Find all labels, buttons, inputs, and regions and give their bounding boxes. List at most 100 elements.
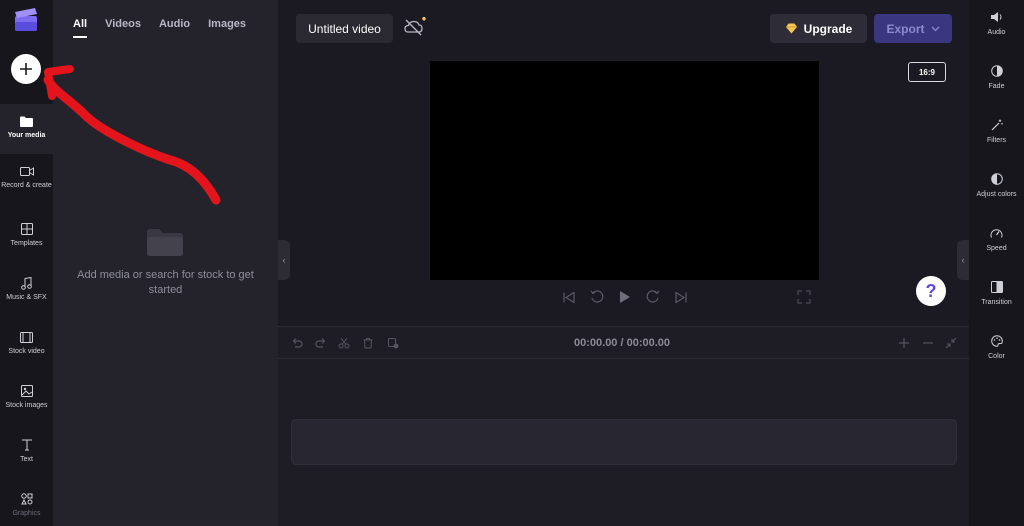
palette-icon xyxy=(990,334,1004,348)
rail-item-templates[interactable]: Templates xyxy=(0,212,53,262)
scissors-icon xyxy=(338,337,350,349)
rail-item-label: Templates xyxy=(10,240,43,247)
time-separator: / xyxy=(617,337,627,349)
rail-item-graphics[interactable]: Graphics xyxy=(0,482,53,526)
minus-icon xyxy=(923,342,933,344)
rail-item-label: Music & SFX xyxy=(6,294,47,301)
timeline-track[interactable] xyxy=(291,419,957,465)
collapse-arrows-icon xyxy=(945,337,957,349)
tab-audio[interactable]: Audio xyxy=(159,18,190,38)
clipchamp-editor: Your media Record & create Templates Mus… xyxy=(0,0,1024,526)
timeline-panel: 00:00.00 / 00:00.00 xyxy=(278,326,969,526)
magic-wand-icon xyxy=(990,118,1004,132)
rail-item-label: Text xyxy=(20,456,33,463)
skip-forward-icon xyxy=(675,291,687,303)
playback-controls xyxy=(560,288,690,306)
undo-button[interactable] xyxy=(290,336,304,350)
undo-icon xyxy=(292,338,303,348)
left-rail: Your media Record & create Templates Mus… xyxy=(0,0,53,526)
video-title[interactable]: Untitled video xyxy=(296,14,393,43)
rail-item-label: Speed xyxy=(986,245,1007,252)
rail-item-speed[interactable]: Speed xyxy=(969,226,1024,252)
tab-images[interactable]: Images xyxy=(208,18,246,38)
rail-item-label: Fade xyxy=(988,83,1005,90)
skip-forward-button[interactable] xyxy=(672,288,690,306)
forward-icon xyxy=(646,290,660,303)
rail-item-adjust-colors[interactable]: Adjust colors xyxy=(969,172,1024,198)
rail-item-label: Your media xyxy=(7,132,46,139)
rail-item-stock-video[interactable]: Stock video xyxy=(0,320,53,370)
empty-media-message: Add media or search for stock to get sta… xyxy=(77,269,254,296)
trash-icon xyxy=(363,338,373,349)
chevron-left-icon: ‹ xyxy=(961,255,965,265)
current-time: 00:00.00 xyxy=(574,337,618,349)
text-icon xyxy=(20,438,34,452)
diamond-icon xyxy=(785,23,797,34)
rail-item-stock-images[interactable]: Stock images xyxy=(0,374,53,424)
delete-button[interactable] xyxy=(361,336,375,350)
zoom-out-button[interactable] xyxy=(921,336,935,350)
export-button[interactable]: Export xyxy=(874,14,952,43)
rail-item-fade[interactable]: Fade xyxy=(969,64,1024,90)
rail-item-your-media[interactable]: Your media xyxy=(0,104,53,154)
rail-item-record-create[interactable]: Record & create xyxy=(0,154,53,204)
rail-item-label: Adjust colors xyxy=(976,191,1017,198)
plus-icon xyxy=(20,63,32,75)
zoom-in-button[interactable] xyxy=(897,336,911,350)
folder-icon xyxy=(20,114,34,128)
play-icon xyxy=(620,291,630,303)
fullscreen-button[interactable] xyxy=(797,290,811,304)
collapse-media-panel-button[interactable]: ‹ xyxy=(278,240,290,280)
rail-item-label: Filters xyxy=(986,137,1007,144)
aspect-ratio-button[interactable]: 16:9 xyxy=(908,62,946,82)
tab-all[interactable]: All xyxy=(73,18,88,38)
empty-folder-icon xyxy=(147,228,183,256)
forward-5-button[interactable] xyxy=(644,288,662,306)
split-button[interactable] xyxy=(337,336,351,350)
film-icon xyxy=(20,330,34,344)
duplicate-button[interactable] xyxy=(386,336,400,350)
skip-back-button[interactable] xyxy=(560,288,578,306)
fit-timeline-button[interactable] xyxy=(944,336,958,350)
redo-button[interactable] xyxy=(314,336,328,350)
rewind-5-button[interactable] xyxy=(588,288,606,306)
add-media-button[interactable] xyxy=(11,54,41,84)
music-icon xyxy=(20,276,34,290)
cloud-off-icon[interactable] xyxy=(404,16,428,38)
export-label: Export xyxy=(886,21,925,36)
contrast-icon xyxy=(990,172,1004,186)
rail-item-label: Color xyxy=(988,353,1005,360)
speedometer-icon xyxy=(990,226,1004,240)
upgrade-button[interactable]: Upgrade xyxy=(770,14,867,43)
skip-back-icon xyxy=(563,291,575,303)
rail-item-label: Stock video xyxy=(8,348,45,355)
rail-item-label: Record & create xyxy=(1,182,52,189)
timeline-toolbar: 00:00.00 / 00:00.00 xyxy=(278,327,969,359)
speaker-icon xyxy=(990,10,1004,24)
rail-item-color[interactable]: Color xyxy=(969,334,1024,360)
collapse-properties-panel-button[interactable]: ‹ xyxy=(957,240,969,280)
total-time: 00:00.00 xyxy=(626,337,671,349)
chevron-left-icon: ‹ xyxy=(282,255,286,265)
transition-icon xyxy=(990,280,1004,294)
camera-icon xyxy=(19,164,34,178)
redo-icon xyxy=(315,338,326,348)
templates-icon xyxy=(20,222,34,236)
rail-item-audio[interactable]: Audio xyxy=(969,10,1024,36)
rail-item-text[interactable]: Text xyxy=(0,428,53,478)
rail-item-music-sfx[interactable]: Music & SFX xyxy=(0,266,53,316)
app-logo-icon[interactable] xyxy=(13,8,39,32)
timeline-time: 00:00.00 / 00:00.00 xyxy=(574,337,670,349)
rail-item-filters[interactable]: Filters xyxy=(969,118,1024,144)
play-button[interactable] xyxy=(616,288,634,306)
help-button[interactable]: ? xyxy=(916,276,946,306)
right-properties-rail: Audio Fade Filters Adjust colors Speed T… xyxy=(969,0,1024,526)
image-icon xyxy=(20,384,34,398)
shapes-icon xyxy=(20,492,34,506)
media-tabs: All Videos Audio Images xyxy=(73,18,264,38)
rail-item-transition[interactable]: Transition xyxy=(969,280,1024,306)
tab-videos[interactable]: Videos xyxy=(105,18,141,38)
video-preview[interactable] xyxy=(430,61,819,280)
upgrade-label: Upgrade xyxy=(803,21,853,36)
plus-icon xyxy=(899,338,909,348)
